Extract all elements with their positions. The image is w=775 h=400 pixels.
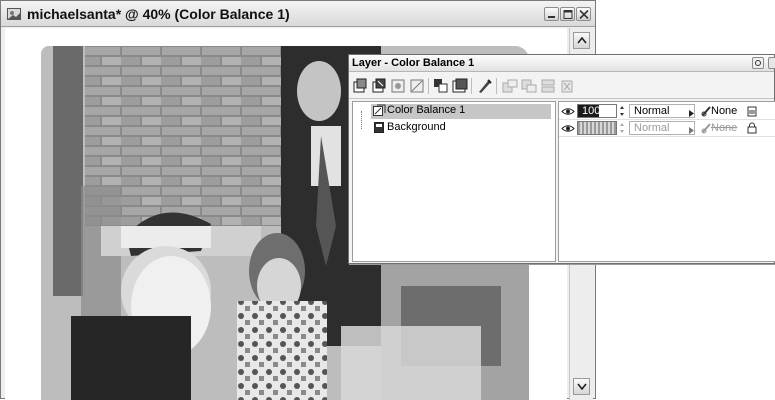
opacity-field-disabled — [577, 121, 617, 135]
new-mask-layer-icon[interactable] — [390, 78, 406, 94]
new-vector-layer-icon[interactable] — [371, 78, 387, 94]
new-raster-layer-icon[interactable] — [352, 78, 368, 94]
move-layer-down-icon[interactable] — [521, 78, 537, 94]
lock-transparency-icon[interactable] — [747, 105, 757, 117]
opacity-spinner[interactable] — [619, 104, 625, 118]
document-titlebar[interactable]: michaelsanta* @ 40% (Color Balance 1) — [1, 1, 595, 27]
scroll-down-button[interactable] — [573, 378, 590, 395]
blend-mode-select[interactable]: Normal — [629, 104, 695, 118]
adjustment-layer-icon — [373, 104, 386, 117]
minimize-button[interactable] — [544, 7, 559, 21]
chevron-right-icon — [689, 108, 694, 120]
blend-mode-select-disabled: Normal — [629, 121, 695, 135]
new-adjustment-layer-icon[interactable] — [409, 78, 425, 94]
layer-row-background[interactable]: Background — [353, 120, 555, 137]
opacity-field[interactable]: 100 — [577, 104, 617, 118]
merge-layers-icon[interactable] — [540, 78, 556, 94]
visibility-eye-icon[interactable] — [561, 107, 575, 116]
layer-name: Color Balance 1 — [387, 104, 466, 116]
mask-status: None — [711, 122, 738, 134]
layer-props-row-color-balance: 100 Normal None — [559, 103, 775, 120]
document-title: michaelsanta* @ 40% (Color Balance 1) — [27, 6, 290, 22]
scroll-up-button[interactable] — [573, 32, 590, 49]
mask-status: None — [711, 105, 738, 117]
layer-row-color-balance[interactable]: Color Balance 1 — [353, 103, 555, 120]
layer-list: Color Balance 1 Background — [352, 101, 556, 262]
duplicate-layer-icon[interactable] — [433, 78, 449, 94]
edit-selection-icon[interactable] — [477, 78, 493, 94]
layer-props-row-background: Normal None — [559, 120, 775, 137]
opacity-spinner — [619, 121, 625, 135]
layer-palette-titlebar[interactable]: Layer - Color Balance 1 — [349, 55, 775, 72]
maximize-button[interactable] — [560, 7, 575, 21]
layer-toolbar — [349, 73, 774, 99]
layer-name: Background — [387, 121, 446, 133]
palette-close-button[interactable] — [768, 57, 775, 69]
layer-properties: 100 Normal None Normal None — [558, 101, 775, 262]
layer-palette-title: Layer - Color Balance 1 — [352, 57, 475, 69]
toolbar-separator — [496, 78, 497, 94]
move-layer-up-icon[interactable] — [502, 78, 518, 94]
toolbar-separator — [471, 78, 472, 94]
lock-icon[interactable] — [747, 122, 757, 134]
chevron-right-icon — [689, 125, 694, 137]
palette-rollup-button[interactable] — [752, 57, 764, 69]
delete-layer-icon[interactable] — [559, 78, 575, 94]
close-button[interactable] — [576, 7, 591, 21]
layer-palette: Layer - Color Balance 1 Color Balance 1 … — [348, 54, 775, 264]
toolbar-separator — [428, 78, 429, 94]
raster-layer-icon — [373, 121, 386, 134]
new-layer-group-icon[interactable] — [452, 78, 468, 94]
visibility-eye-icon[interactable] — [561, 124, 575, 133]
document-icon — [7, 7, 21, 21]
